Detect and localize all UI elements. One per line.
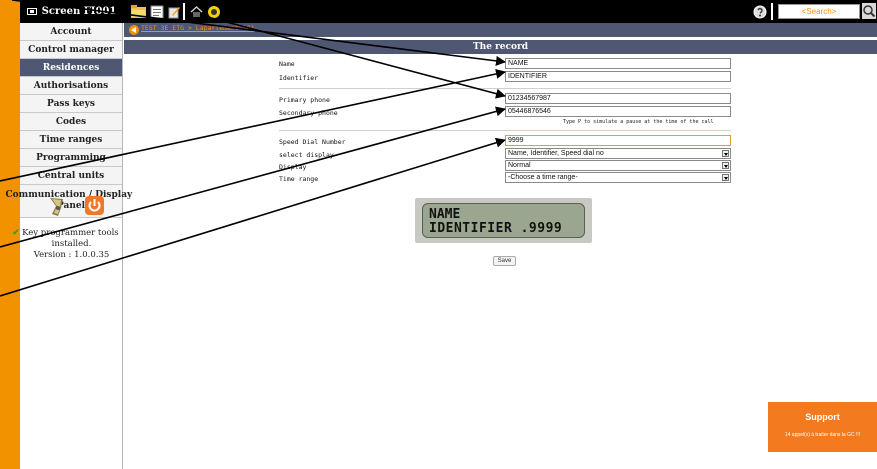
display-value: Normal xyxy=(508,162,531,169)
lcd-line-2: IDENTIFIER .9999 xyxy=(429,221,563,236)
name-label: Name xyxy=(279,60,295,68)
support-subtitle: 14 appel(s) à traiter dans la GC !!! xyxy=(784,432,861,438)
record-title: The record xyxy=(124,40,877,54)
time-range-label: Time range xyxy=(279,175,319,183)
screen-label-text: Screen FI001 xyxy=(41,6,117,17)
identifier-field[interactable]: IDENTIFIER xyxy=(505,71,731,82)
sidebar-item-label: Codes xyxy=(55,116,87,127)
support-panel[interactable]: Support 14 appel(s) à traiter dans la GC… xyxy=(768,402,877,452)
select-display-label: select display xyxy=(279,151,334,159)
sidebar: Account Control manager Residences Autho… xyxy=(6,23,132,469)
programmer-version: Version : 1.0.0.35 xyxy=(33,250,110,260)
breadcrumb: TEST 3E ETG > Lapartement 101 xyxy=(124,23,877,37)
programmer-line: installed. xyxy=(51,239,92,249)
sidebar-tool-icons xyxy=(20,195,123,221)
sidebar-item-label: Residences xyxy=(42,62,100,73)
support-title: Support xyxy=(805,412,840,422)
secondary-phone-field[interactable]: 05446876546 xyxy=(505,106,731,117)
speed-dial-field[interactable]: 9999 xyxy=(505,135,731,146)
chevron-down-icon xyxy=(722,150,729,157)
power-icon[interactable] xyxy=(85,196,104,215)
help-icon[interactable] xyxy=(752,4,767,19)
breadcrumb-link[interactable]: TEST 3E ETG > Lapartement 101 xyxy=(141,24,255,32)
divider xyxy=(279,88,731,89)
save-button[interactable]: Save xyxy=(493,256,516,266)
lcd-screen: NAME IDENTIFIER .9999 xyxy=(422,203,585,238)
select-display-dropdown[interactable]: Name, Identifier, Speed dial no xyxy=(505,148,731,159)
secondary-phone-label: Secondary phone xyxy=(279,109,338,117)
programmer-line: Key programmer tools xyxy=(22,228,119,238)
sidebar-item-residences[interactable]: Residences xyxy=(20,59,122,77)
edit-icon[interactable] xyxy=(166,4,181,19)
checkmark-icon: ✔ xyxy=(12,228,20,238)
name-field[interactable]: NAME xyxy=(505,58,731,69)
sidebar-item-label: Programming xyxy=(36,152,106,163)
sidebar-item-control-manager[interactable]: Control manager xyxy=(20,41,122,59)
search-input[interactable]: <Search> xyxy=(778,4,860,19)
sidebar-item-label: Control manager xyxy=(28,44,114,55)
display-label: Display xyxy=(279,163,307,171)
sidebar-item-label: Account xyxy=(50,26,92,37)
back-arrow-icon[interactable] xyxy=(129,25,139,35)
sidebar-item-codes[interactable]: Codes xyxy=(20,113,122,131)
monitor-icon xyxy=(26,8,37,15)
display-dropdown[interactable]: Normal xyxy=(505,160,731,171)
chevron-down-icon xyxy=(722,174,729,181)
divider xyxy=(279,130,731,131)
sidebar-item-label: Time ranges xyxy=(39,134,103,145)
lcd-line-1: NAME xyxy=(429,207,461,222)
search-icon[interactable] xyxy=(862,3,876,19)
identifier-label: Identifier xyxy=(279,74,319,82)
time-range-value: -Choose a time range- xyxy=(508,174,578,181)
chevron-down-icon xyxy=(722,162,729,169)
lcd-preview: NAME IDENTIFIER .9999 xyxy=(415,198,592,243)
sidebar-item-authorisations[interactable]: Authorisations xyxy=(20,77,122,95)
sidebar-item-central-units[interactable]: Central units xyxy=(20,167,122,185)
sidebar-item-label: Central units xyxy=(37,170,105,181)
document-icon[interactable] xyxy=(149,4,164,19)
primary-phone-field[interactable]: 01234567987 xyxy=(505,93,731,104)
tools-icon[interactable] xyxy=(47,195,65,217)
folder-icon[interactable] xyxy=(131,4,146,19)
sidebar-item-account[interactable]: Account xyxy=(20,23,122,41)
toolbar-separator xyxy=(771,3,773,20)
toolbar-separator xyxy=(183,3,185,20)
programmer-info: ✔ Key programmer tools installed. Versio… xyxy=(12,228,123,261)
phone-hint: Type P to simulate a pause at the time o… xyxy=(563,119,714,125)
screen-label: Screen FI001 xyxy=(20,0,123,23)
sidebar-item-label: Authorisations xyxy=(33,80,109,91)
home-icon[interactable] xyxy=(189,4,204,19)
sidebar-item-label: Pass keys xyxy=(47,98,95,109)
sidebar-item-pass-keys[interactable]: Pass keys xyxy=(20,95,122,113)
time-range-dropdown[interactable]: -Choose a time range- xyxy=(505,172,731,183)
sidebar-item-programming[interactable]: Programming xyxy=(20,149,122,167)
logout-icon[interactable] xyxy=(206,4,221,19)
speed-dial-label: Speed Dial Number xyxy=(279,138,346,146)
primary-phone-label: Primary phone xyxy=(279,96,330,104)
select-display-value: Name, Identifier, Speed dial no xyxy=(508,150,604,157)
sidebar-item-time-ranges[interactable]: Time ranges xyxy=(20,131,122,149)
